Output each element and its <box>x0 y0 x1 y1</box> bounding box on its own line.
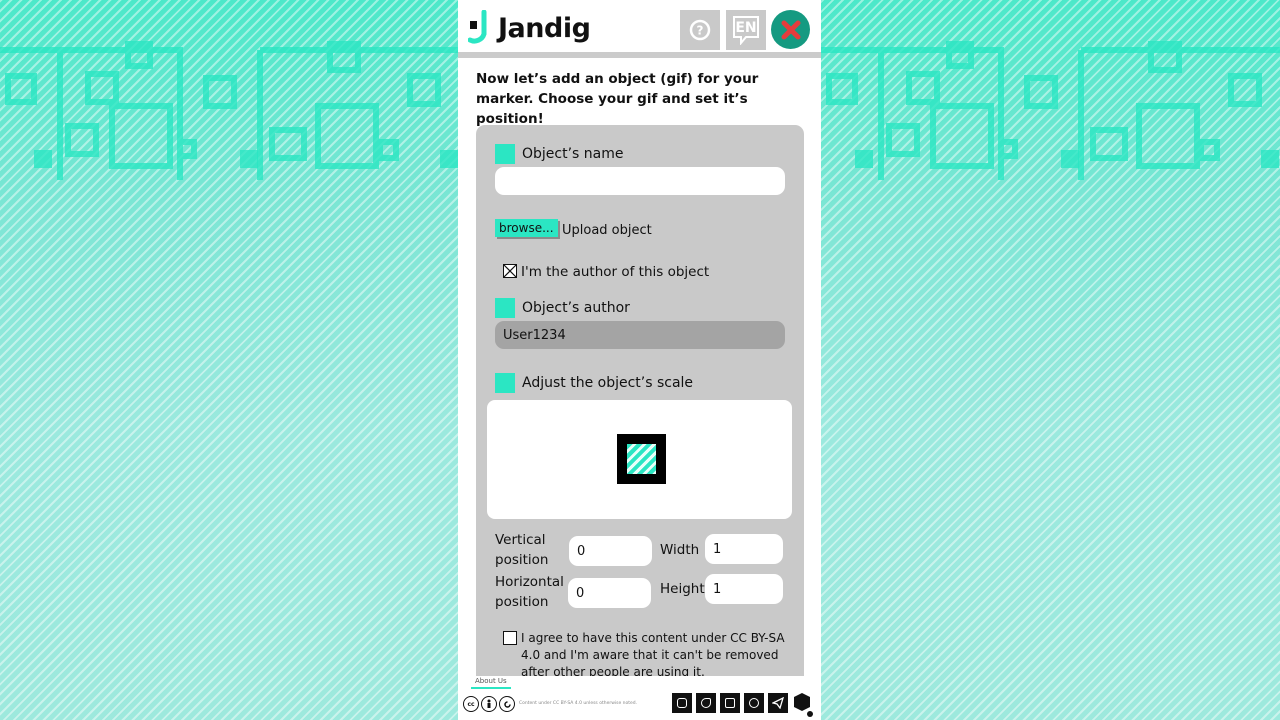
language-label: EN <box>735 20 757 36</box>
author-label-row: Object’s author <box>495 298 630 318</box>
width-input[interactable] <box>705 534 783 564</box>
footer: About Us cc Content under CC BY-SA 4.0 u… <box>458 676 821 720</box>
width-label: Width <box>660 542 700 558</box>
agree-checkbox[interactable] <box>503 631 517 645</box>
browse-button[interactable]: browse... <box>495 219 558 237</box>
checked-x-icon <box>503 264 517 278</box>
author-checkbox-row: I'm the author of this object <box>503 264 709 280</box>
horizontal-position-label: Horizontal position <box>495 574 564 610</box>
object-form: Object’s name browse... Upload object I'… <box>476 125 804 685</box>
main-panel: Jandig ? EN Now let’s add an object (gif… <box>458 0 821 720</box>
object-name-input[interactable] <box>495 167 785 195</box>
sa-icon <box>499 696 515 712</box>
hexagon-logo-icon[interactable] <box>793 692 813 718</box>
accent-square-icon <box>495 373 515 393</box>
height-input[interactable] <box>705 574 783 604</box>
telegram-icon[interactable] <box>768 693 788 713</box>
cc-license-icons: cc <box>463 696 517 712</box>
accent-square-icon <box>495 144 515 164</box>
instagram-icon[interactable] <box>672 693 692 713</box>
object-preview-image[interactable] <box>627 444 656 474</box>
facebook-icon[interactable] <box>720 693 740 713</box>
help-button[interactable]: ? <box>680 10 720 50</box>
author-checkbox-label: I'm the author of this object <box>521 264 710 280</box>
object-author-input[interactable] <box>495 321 785 349</box>
svg-text:?: ? <box>697 24 704 38</box>
scale-label-row: Adjust the object’s scale <box>495 373 693 393</box>
agree-checkbox-row: I agree to have this content under CC BY… <box>503 630 791 681</box>
about-us-link[interactable]: About Us <box>471 677 511 689</box>
height-label: Height <box>660 581 705 597</box>
language-button[interactable]: EN <box>726 10 766 50</box>
accent-square-icon <box>495 298 515 318</box>
close-button[interactable] <box>771 10 810 49</box>
cc-icon: cc <box>463 696 479 712</box>
marker-preview <box>617 434 666 484</box>
vertical-position-input[interactable] <box>569 536 652 566</box>
intro-text: Now let’s add an object (gif) for your m… <box>476 71 759 127</box>
by-icon <box>481 696 497 712</box>
name-label-row: Object’s name <box>495 144 624 164</box>
scale-label: Adjust the object’s scale <box>522 375 694 391</box>
license-text: Content under CC BY-SA 4.0 unless otherw… <box>519 701 638 706</box>
vertical-position-label: Vertical position <box>495 532 549 568</box>
github-icon[interactable] <box>744 693 764 713</box>
object-preview <box>487 400 792 519</box>
author-checkbox[interactable] <box>503 264 517 278</box>
jandig-logo[interactable]: Jandig <box>468 10 591 46</box>
background-decoration-left <box>0 41 458 180</box>
logo-text: Jandig <box>498 12 591 44</box>
social-links <box>672 693 792 713</box>
header: Jandig ? EN <box>458 0 821 58</box>
agree-text: I agree to have this content under CC BY… <box>521 631 785 679</box>
name-label: Object’s name <box>522 146 624 162</box>
jandig-logo-icon <box>468 10 487 44</box>
horizontal-position-input[interactable] <box>568 578 651 608</box>
upload-label: Upload object <box>562 223 652 238</box>
close-x-icon <box>781 20 800 39</box>
question-icon: ? <box>689 19 711 41</box>
author-label: Object’s author <box>522 300 630 316</box>
twitter-icon[interactable] <box>696 693 716 713</box>
background-decoration-right <box>821 41 1280 180</box>
